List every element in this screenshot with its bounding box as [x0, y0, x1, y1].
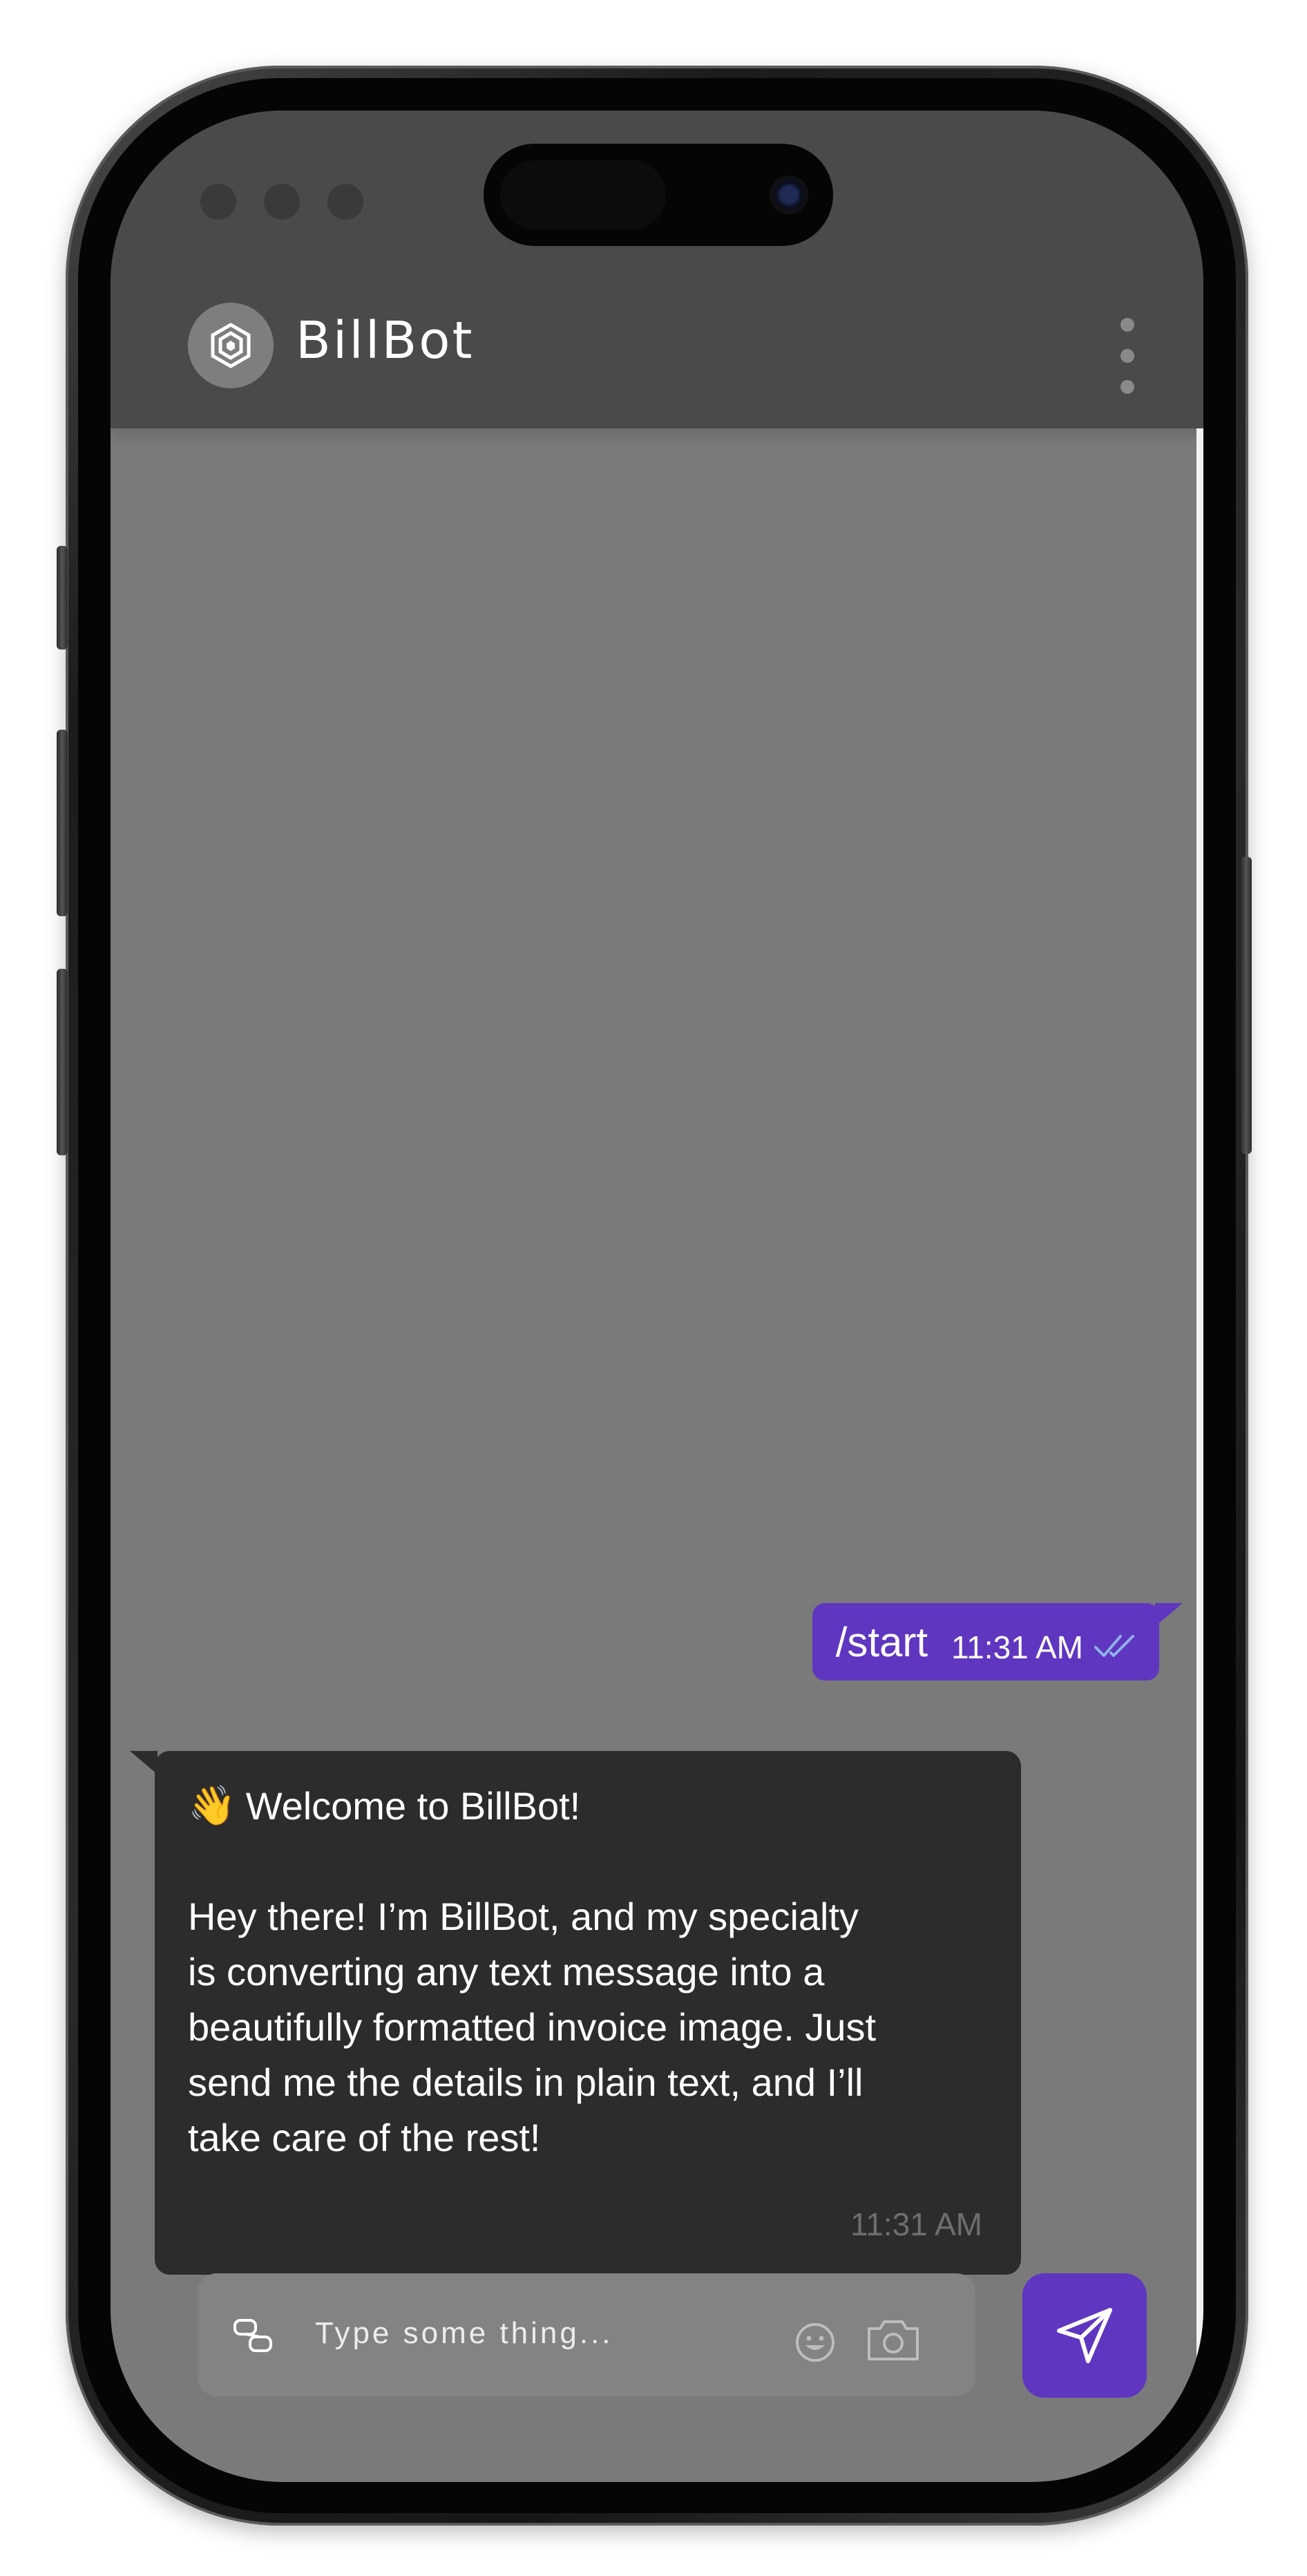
welcome-title: Welcome to BillBot!	[245, 1783, 581, 1828]
bot-avatar[interactable]	[188, 303, 274, 388]
chat-area[interactable]: /start 11:31 AM 👋 Welcome to BillBot! He…	[111, 428, 1203, 2294]
dynamic-island	[484, 144, 833, 246]
island-sensor	[500, 160, 666, 229]
paper-plane-icon	[1057, 2308, 1112, 2363]
smiley-icon[interactable]	[793, 2320, 837, 2365]
side-button-action	[57, 546, 68, 650]
message-time: 11:31 AM	[850, 2206, 982, 2242]
hexagon-logo-icon	[211, 323, 251, 368]
incoming-message[interactable]: 👋 Welcome to BillBot! Hey there! I’m Bil…	[130, 1751, 1021, 2275]
side-button-volume-up	[57, 730, 68, 916]
window-dot	[200, 184, 236, 220]
more-vertical-icon-dot	[1120, 380, 1134, 394]
welcome-line: 👋 Welcome to BillBot!	[188, 1783, 580, 1828]
outgoing-message[interactable]: /start 11:31 AM	[812, 1603, 1183, 1680]
more-vertical-icon-dot	[1120, 318, 1134, 332]
double-check-icon	[1094, 1635, 1134, 1657]
phone-screen: BillBot /start 11:31 AM 👋 Welcome to Bil…	[111, 111, 1203, 2482]
app-title: BillBot	[296, 311, 475, 370]
chat-header: BillBot	[111, 111, 1203, 428]
side-button-power	[1241, 857, 1252, 1154]
more-vertical-icon-dot	[1120, 349, 1134, 363]
message-text: /start	[835, 1618, 928, 1665]
message-input[interactable]: Type some thing...	[315, 2316, 613, 2351]
side-button-volume-down	[57, 969, 68, 1155]
window-dot	[327, 184, 363, 220]
camera-icon[interactable]	[865, 2316, 922, 2365]
send-button[interactable]	[1022, 2273, 1147, 2398]
more-options-button[interactable]	[1114, 318, 1141, 394]
message-body: Hey there! I’m BillBot, and my specialty…	[188, 1895, 877, 2159]
message-time: 11:31 AM	[951, 1629, 1083, 1665]
message-composer: Type some thing...	[198, 2273, 975, 2396]
camera-lens	[770, 176, 808, 214]
waving-hand-icon: 👋	[188, 1783, 236, 1827]
link-icon[interactable]	[231, 2313, 275, 2358]
window-dot	[264, 184, 300, 220]
